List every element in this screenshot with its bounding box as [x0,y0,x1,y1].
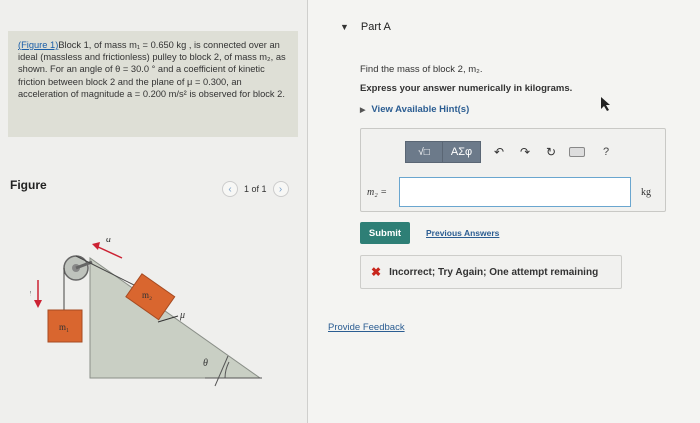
previous-answers-link[interactable]: Previous Answers [426,228,499,238]
accel-left-label: a⃗ [30,288,39,299]
submit-button[interactable]: Submit [360,222,410,244]
next-figure-button[interactable]: › [272,181,289,197]
problem-text: Block 1, of mass m₁ = 0.650 kg , is conn… [18,40,286,99]
question-text: Find the mass of block 2, m₂. [360,64,482,75]
accel-arrowhead-down [34,300,42,308]
accel-arrow-incline [95,245,123,259]
instruction-text: Express your answer numerically in kilog… [360,83,573,94]
question-prompt: Find the mass of block 2, m₂. [360,64,483,75]
collapse-caret-icon[interactable]: ▼ [340,22,349,32]
feedback-message: ✖ Incorrect; Try Again; One attempt rema… [360,255,622,289]
reset-icon[interactable]: ↻ [543,145,559,159]
problem-statement: (Figure 1)Block 1, of mass m₁ = 0.650 kg… [8,31,298,137]
feedback-text: Incorrect; Try Again; One attempt remain… [389,266,599,278]
hint-label: View Available Hint(s) [371,104,470,115]
part-header[interactable]: ▼ Part A [340,21,391,33]
accel-arrowhead-incline [92,242,100,250]
undo-icon[interactable]: ↶ [491,145,507,159]
incorrect-icon: ✖ [371,265,382,279]
variable-label: m₂ = [367,187,387,198]
answer-panel: √□ AΣφ ↶ ↷ ↻ ? m₂ = kg [360,128,666,212]
templates-button[interactable]: √□ [405,141,443,163]
unit-label: kg [641,187,651,198]
pulley-incline-figure: θ m₂ m₁ a⃗ a⃗ μ [30,238,262,387]
block2-label: m₂ [142,290,152,300]
hint-expand-icon: ▶ [360,106,366,114]
figure-count: 1 of 1 [244,184,267,194]
math-toolbar: √□ AΣφ ↶ ↷ ↻ ? [405,141,609,163]
help-icon[interactable]: ? [603,146,609,158]
prev-figure-button[interactable]: ‹ [222,181,238,197]
left-panel: (Figure 1)Block 1, of mass m₁ = 0.650 kg… [0,0,307,423]
symbols-button[interactable]: AΣφ [443,141,481,163]
redo-icon[interactable]: ↷ [517,145,533,159]
hint-toggle[interactable]: ▶ View Available Hint(s) [360,104,469,115]
mu-label: μ [179,310,185,321]
accel-top-label: a⃗ [106,238,119,245]
answer-input[interactable] [399,177,631,207]
panel-divider [307,0,308,423]
theta-label: θ [203,358,208,369]
template-group: √□ AΣφ [405,141,481,163]
keyboard-icon[interactable] [569,147,585,157]
figure-heading: Figure [10,178,47,192]
mouse-cursor-icon [601,97,610,111]
figure-link[interactable]: (Figure 1) [18,40,58,50]
part-title: Part A [360,21,391,33]
provide-feedback-link[interactable]: Provide Feedback [328,322,405,333]
figure-pager: ‹ 1 of 1 › [222,181,289,197]
block1-label: m₁ [59,322,69,332]
